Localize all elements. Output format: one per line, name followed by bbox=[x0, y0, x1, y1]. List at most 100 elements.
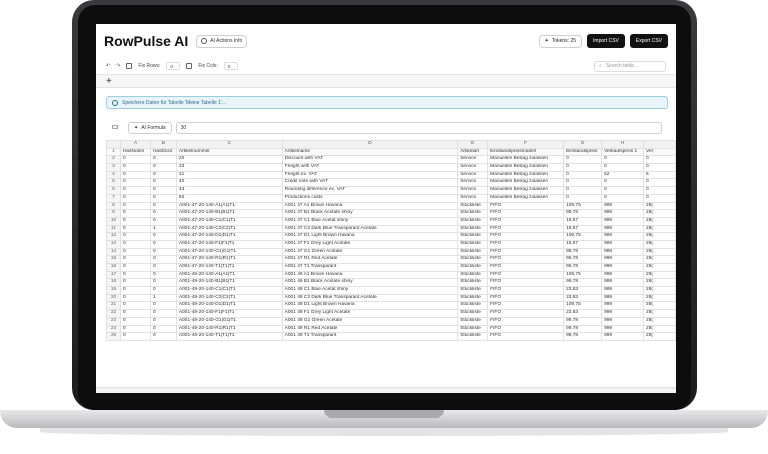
table-cell[interactable]: A001-49-20-140-G1|G1|T1 bbox=[175, 316, 283, 326]
table-cell[interactable]: FIFO bbox=[487, 278, 565, 288]
table-cell[interactable]: 0 bbox=[149, 201, 177, 211]
add-button[interactable]: + bbox=[106, 76, 112, 87]
row-number[interactable]: 4 bbox=[106, 170, 121, 180]
table-cell[interactable]: 28( bbox=[643, 332, 676, 341]
row-number[interactable]: 25 bbox=[106, 332, 121, 341]
table-cell[interactable]: 999 bbox=[601, 216, 645, 226]
table-cell[interactable]: 99,78 bbox=[563, 247, 603, 257]
table-cell[interactable]: FIFO bbox=[487, 209, 565, 218]
table-cell[interactable]: 999 bbox=[601, 247, 645, 257]
table-cell[interactable]: FIFO bbox=[487, 224, 565, 234]
table-cell[interactable]: 1 bbox=[149, 224, 177, 234]
table-cell[interactable]: A001 47 G1 Green Acetate bbox=[281, 247, 459, 257]
export-csv-button[interactable]: Export CSV bbox=[629, 34, 668, 48]
table-cell[interactable]: FIFO bbox=[487, 201, 565, 211]
table-cell[interactable]: 23,83 bbox=[563, 293, 603, 303]
table-cell[interactable]: A001-49-20-140-D1|D1|T1 bbox=[175, 301, 283, 311]
table-cell[interactable]: 0 bbox=[643, 178, 676, 188]
table-cell[interactable]: A001 49 A1 Brown Havana bbox=[281, 270, 459, 280]
table-cell[interactable]: 999 bbox=[601, 201, 645, 211]
table-cell[interactable]: A001-47-20-140-B1|B1|T1 bbox=[175, 209, 283, 218]
table-cell[interactable]: A001 49 D1 Light Brown Havana bbox=[281, 301, 459, 311]
table-cell[interactable]: 0 bbox=[119, 232, 151, 241]
table-cell[interactable]: FIFO bbox=[487, 232, 565, 241]
column-letter[interactable] bbox=[643, 140, 676, 149]
table-cell[interactable]: 0 bbox=[149, 301, 177, 311]
table-cell[interactable]: Manuellen Betrag zulassen bbox=[487, 170, 565, 180]
table-cell[interactable]: Stückliste bbox=[457, 255, 489, 264]
table-cell[interactable]: 0 bbox=[119, 186, 151, 195]
column-letter[interactable]: E bbox=[457, 140, 489, 149]
table-cell[interactable]: 999 bbox=[601, 270, 645, 280]
horizontal-scrollbar[interactable] bbox=[96, 387, 676, 393]
column-letter[interactable]: G bbox=[563, 140, 603, 149]
table-cell[interactable]: Stückliste bbox=[457, 293, 489, 303]
fix-rows-input[interactable]: 0 bbox=[166, 62, 181, 70]
table-cell[interactable]: A001 47 F1 Grey Light Acetate bbox=[281, 239, 459, 249]
table-cell[interactable]: 0 bbox=[149, 170, 177, 180]
table-cell[interactable]: A001 49 G1 Green Acetate bbox=[281, 316, 459, 326]
table-cell[interactable]: 0 bbox=[563, 170, 603, 180]
column-header[interactable]: Artikelnummer bbox=[175, 147, 283, 157]
table-cell[interactable]: 99,78 bbox=[563, 316, 603, 326]
table-cell[interactable]: 0 bbox=[119, 216, 151, 226]
table-cell[interactable]: A001 47 A1 Brown Havana bbox=[281, 201, 459, 211]
column-letter[interactable]: F bbox=[487, 140, 565, 149]
row-number[interactable]: 21 bbox=[106, 301, 121, 311]
table-cell[interactable]: A001 47 R1 Red Acetate bbox=[281, 255, 459, 264]
table-cell[interactable]: 0 bbox=[149, 163, 177, 172]
table-cell[interactable]: 19,67 bbox=[563, 239, 603, 249]
table-cell[interactable]: Stückliste bbox=[457, 324, 489, 334]
table-cell[interactable]: 0 bbox=[119, 316, 151, 326]
table-cell[interactable]: Stückliste bbox=[457, 316, 489, 326]
column-header[interactable]: Verkaufspreis 1 bbox=[601, 147, 645, 157]
table-cell[interactable]: 999 bbox=[601, 293, 645, 303]
table-cell[interactable]: 999 bbox=[601, 239, 645, 249]
table-cell[interactable]: 0 bbox=[119, 247, 151, 257]
table-cell[interactable]: A001 47 D1 Light Brown Havana bbox=[281, 232, 459, 241]
table-cell[interactable]: 31 bbox=[175, 170, 283, 180]
table-cell[interactable]: 999 bbox=[601, 301, 645, 311]
table-cell[interactable]: 0 bbox=[119, 155, 151, 165]
table-cell[interactable]: 0 bbox=[119, 263, 151, 272]
table-cell[interactable]: 0 bbox=[149, 309, 177, 318]
row-number[interactable]: 24 bbox=[106, 324, 121, 334]
table-cell[interactable]: A001-47-20-140-G1|G1|T1 bbox=[175, 247, 283, 257]
table-cell[interactable]: 109,75 bbox=[563, 270, 603, 280]
table-cell[interactable]: A001-47-20-140-D1|D1|T1 bbox=[175, 232, 283, 241]
table-cell[interactable]: 0 bbox=[149, 155, 177, 165]
table-cell[interactable]: Manuellen Betrag zulassen bbox=[487, 193, 565, 203]
table-cell[interactable]: 99,78 bbox=[563, 324, 603, 334]
table-cell[interactable]: 999 bbox=[601, 255, 645, 264]
table-cell[interactable]: 28( bbox=[643, 263, 676, 272]
table-cell[interactable]: Credit note with VAT bbox=[281, 178, 459, 188]
table-cell[interactable]: 0 bbox=[149, 316, 177, 326]
table-cell[interactable]: 28( bbox=[643, 301, 676, 311]
table-cell[interactable]: 28( bbox=[643, 201, 676, 211]
table-cell[interactable]: 28( bbox=[643, 216, 676, 226]
table-cell[interactable]: 28( bbox=[643, 293, 676, 303]
table-cell[interactable]: 0 bbox=[643, 186, 676, 195]
table-cell[interactable]: 109,75 bbox=[563, 301, 603, 311]
table-cell[interactable]: 0 bbox=[119, 270, 151, 280]
table-cell[interactable]: A001-47-20-140-R1|R1|T1 bbox=[175, 255, 283, 264]
table-cell[interactable]: FIFO bbox=[487, 216, 565, 226]
table-cell[interactable]: FIFO bbox=[487, 332, 565, 341]
table-cell[interactable]: A001 47 C1 Blue Acetat shiny bbox=[281, 216, 459, 226]
table-cell[interactable]: 0 bbox=[119, 278, 151, 288]
table-cell[interactable]: 28( bbox=[643, 255, 676, 264]
table-cell[interactable]: FIFO bbox=[487, 301, 565, 311]
table-cell[interactable]: 33 bbox=[175, 163, 283, 172]
table-cell[interactable]: FIFO bbox=[487, 255, 565, 264]
table-cell[interactable]: 50 bbox=[175, 193, 283, 203]
table-cell[interactable]: 19,67 bbox=[563, 216, 603, 226]
table-cell[interactable]: 0 bbox=[563, 186, 603, 195]
table-cell[interactable]: FIFO bbox=[487, 270, 565, 280]
table-cell[interactable]: 28( bbox=[643, 209, 676, 218]
table-cell[interactable]: Stückliste bbox=[457, 232, 489, 241]
row-number[interactable]: 1 bbox=[106, 147, 121, 157]
table-cell[interactable]: Stückliste bbox=[457, 216, 489, 226]
row-number[interactable]: 11 bbox=[106, 224, 121, 234]
table-cell[interactable]: 0 bbox=[119, 309, 151, 318]
table-cell[interactable]: Stückliste bbox=[457, 201, 489, 211]
